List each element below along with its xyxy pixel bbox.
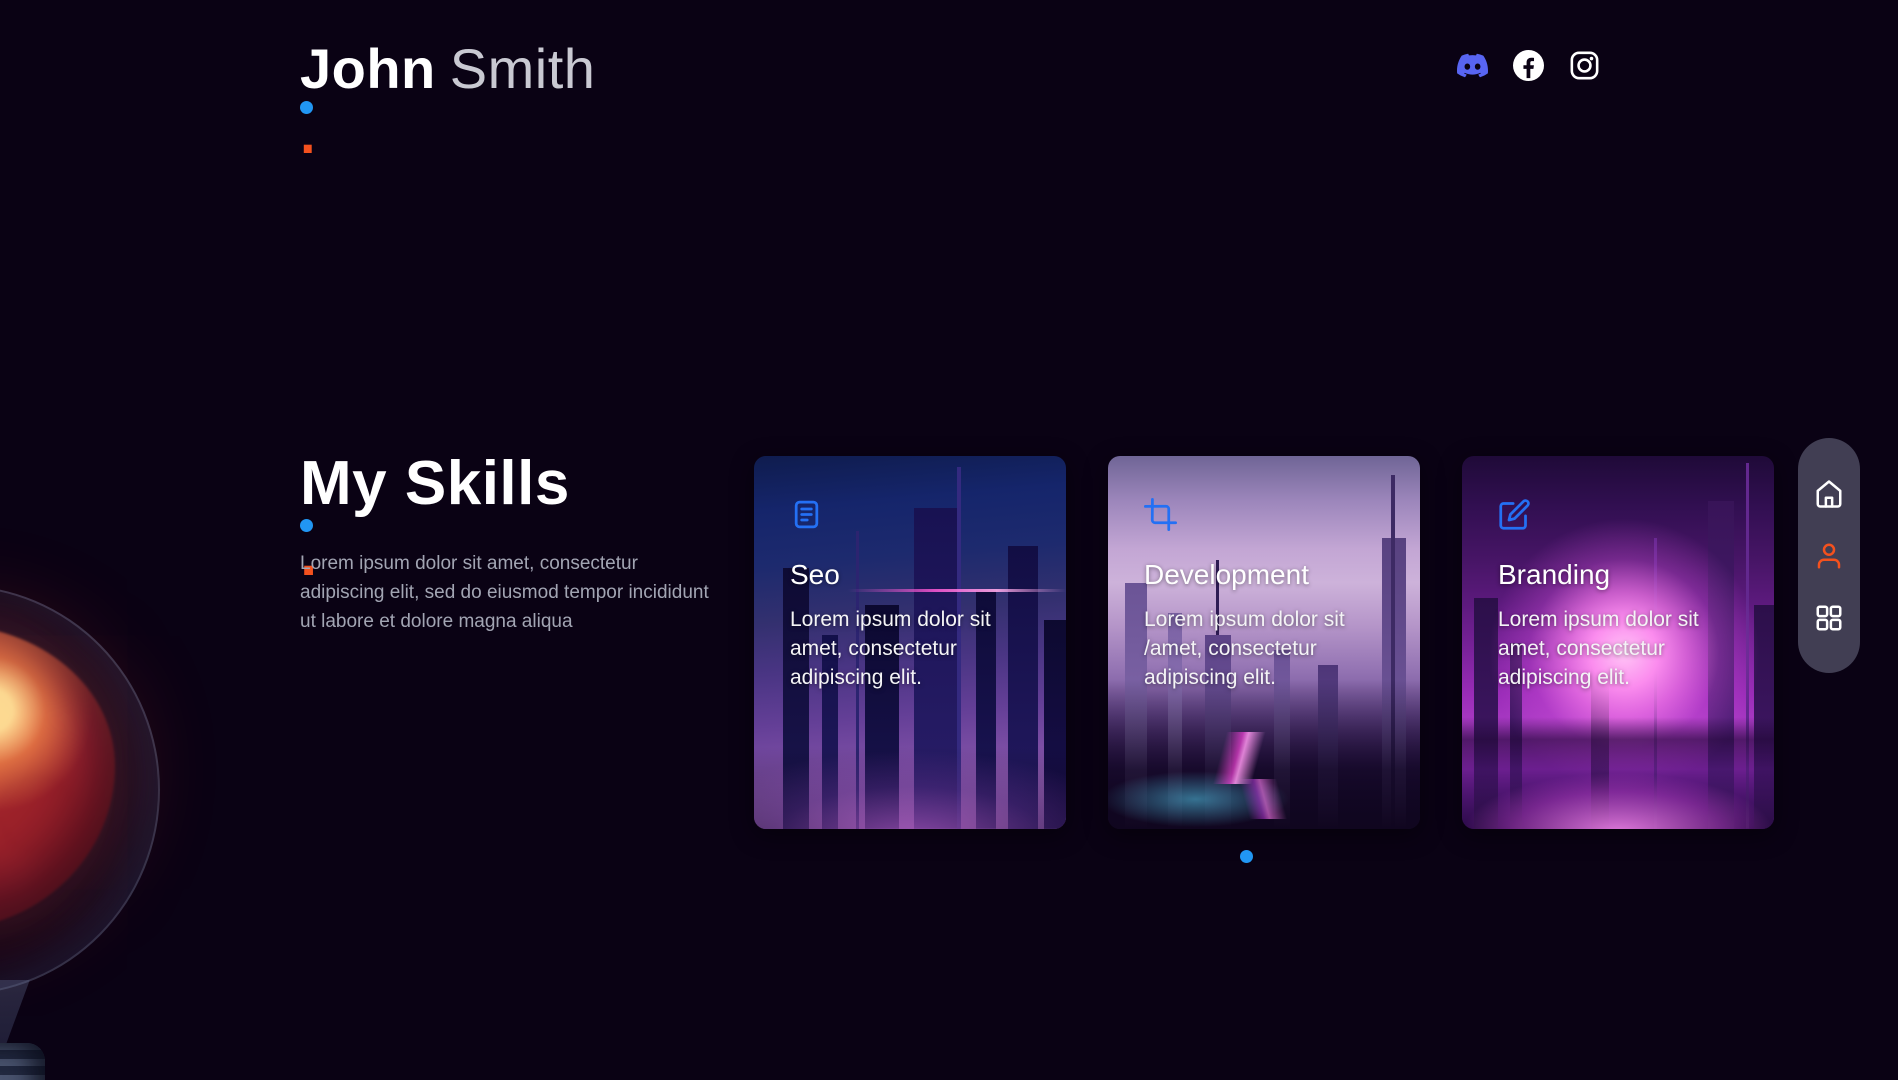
carousel-pagination	[1240, 850, 1253, 863]
logo-first-name: John	[300, 37, 436, 100]
card-text: Lorem ipsum dolor sit amet, consectetur …	[790, 605, 1036, 692]
social-links	[1457, 50, 1600, 81]
nav-home-button[interactable]	[1813, 478, 1845, 510]
bulb-glass	[0, 585, 160, 995]
nav-grid-button[interactable]	[1813, 602, 1845, 634]
page: JohnSmith. My Skills. Lorem ipsum dolor …	[0, 0, 1898, 1080]
card-text: Lorem ipsum dolor sit amet, consectetur …	[1498, 605, 1744, 692]
bulb-neck	[0, 980, 45, 1052]
nav-profile-button-active[interactable]	[1813, 540, 1845, 572]
card-title: Development	[1144, 559, 1390, 591]
card-title: Seo	[790, 559, 1036, 591]
instagram-icon[interactable]	[1569, 50, 1600, 81]
site-logo[interactable]: JohnSmith.	[300, 36, 595, 114]
bulb-screw-base	[0, 1043, 45, 1080]
logo-last-name: Smith	[450, 37, 596, 100]
section-title-text: My Skills	[300, 449, 570, 518]
lightbulb-brain-image	[0, 585, 165, 1080]
user-icon	[1814, 541, 1844, 571]
side-nav	[1798, 438, 1860, 673]
section-title-dot: .	[300, 519, 313, 532]
section-description: Lorem ipsum dolor sit amet, consectetur …	[300, 549, 712, 636]
section-title: My Skills.	[300, 448, 570, 532]
brain	[0, 625, 115, 930]
skill-card-seo[interactable]: Seo Lorem ipsum dolor sit amet, consecte…	[754, 456, 1066, 829]
document-lines-icon	[790, 498, 1036, 531]
carousel-dot-active[interactable]	[1240, 850, 1253, 863]
card-text: Lorem ipsum dolor sit /amet, consectetur…	[1144, 605, 1390, 692]
crop-icon	[1144, 498, 1390, 531]
home-icon	[1814, 479, 1844, 509]
edit-icon	[1498, 498, 1744, 531]
grid-icon	[1814, 603, 1844, 633]
skills-carousel: Seo Lorem ipsum dolor sit amet, consecte…	[754, 456, 1774, 829]
skill-card-development[interactable]: Development Lorem ipsum dolor sit /amet,…	[1108, 456, 1420, 829]
skill-card-branding[interactable]: Branding Lorem ipsum dolor sit amet, con…	[1462, 456, 1774, 829]
facebook-icon[interactable]	[1513, 50, 1544, 81]
logo-dot: .	[300, 101, 313, 114]
discord-icon[interactable]	[1457, 50, 1488, 81]
card-title: Branding	[1498, 559, 1744, 591]
